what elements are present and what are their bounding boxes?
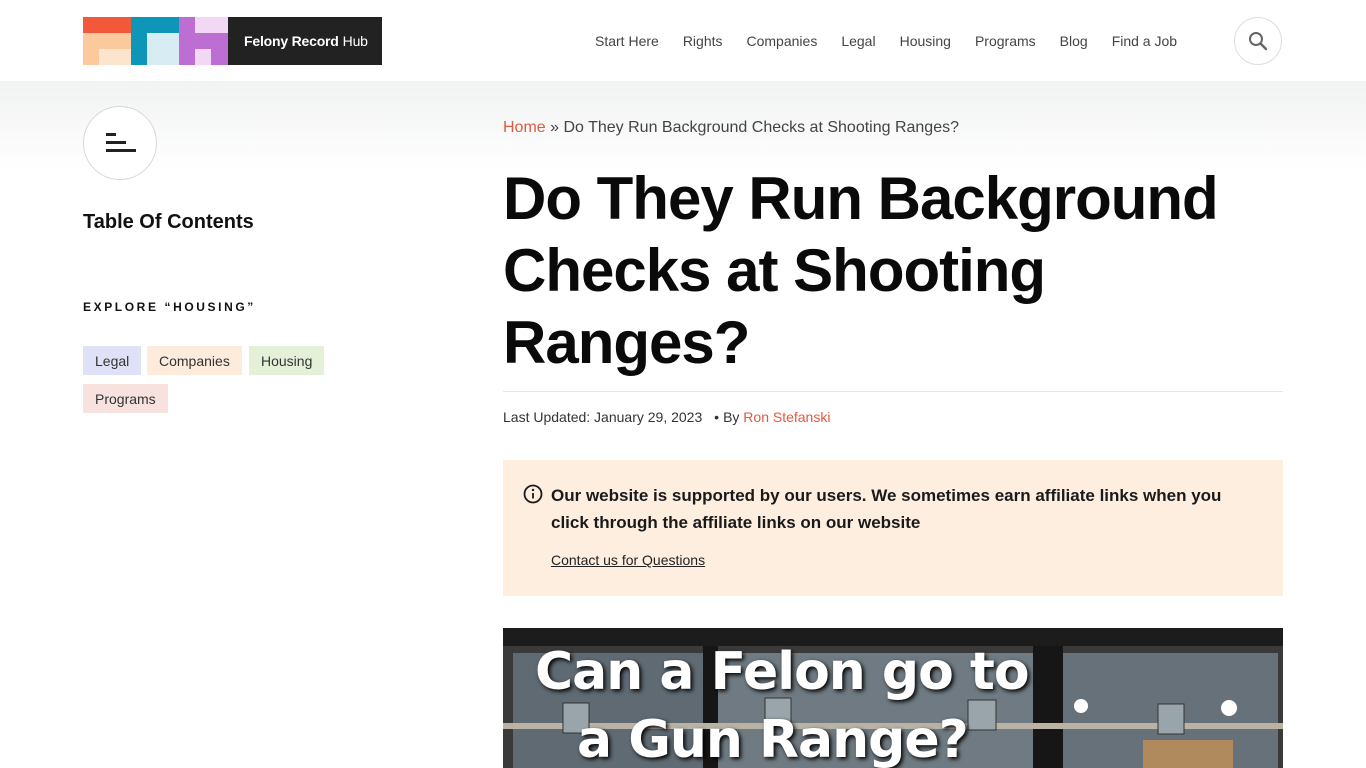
logo-wordmark: Felony Record Hub [228, 17, 382, 65]
logo-brand-name: Felony Record [244, 33, 339, 49]
nav-blog[interactable]: Blog [1060, 33, 1088, 49]
tag-legal[interactable]: Legal [83, 346, 142, 375]
hero-caption-line-1: Can a Felon go to [535, 642, 1030, 702]
affiliate-notice: Our website is supported by our users. W… [503, 460, 1283, 596]
affiliate-message: Our website is supported by our users. W… [551, 486, 1222, 532]
site-logo[interactable]: Felony Record Hub [83, 17, 382, 65]
hero-caption-line-2: a Gun Range? [577, 710, 969, 768]
info-icon [523, 484, 543, 504]
search-icon [1249, 32, 1268, 51]
toc-title: Table Of Contents [83, 211, 254, 233]
by-label: By [723, 409, 740, 425]
last-updated: Last Updated: January 29, 2023 [503, 409, 703, 425]
main-nav: Start Here Rights Companies Legal Housin… [595, 33, 1177, 49]
nav-rights[interactable]: Rights [683, 33, 723, 49]
title-divider [503, 391, 1283, 392]
breadcrumb-separator: » [550, 119, 560, 136]
nav-programs[interactable]: Programs [975, 33, 1036, 49]
table-of-contents-toggle[interactable] [83, 106, 157, 180]
breadcrumb-home[interactable]: Home [503, 119, 546, 136]
article-meta: Last Updated: January 29, 2023 • By Ron S… [503, 409, 830, 425]
author-link[interactable]: Ron Stefanski [743, 409, 830, 425]
tag-housing[interactable]: Housing [249, 346, 325, 375]
nav-housing[interactable]: Housing [900, 33, 951, 49]
meta-dot: • [714, 409, 720, 425]
contact-link[interactable]: Contact us for Questions [551, 552, 705, 568]
page-title-line-3: Ranges? [503, 309, 750, 376]
breadcrumb-current: Do They Run Background Checks at Shootin… [563, 119, 960, 136]
nav-start-here[interactable]: Start Here [595, 33, 659, 49]
page-title-line-2: Checks at Shooting [503, 237, 1046, 304]
breadcrumb: Home » Do They Run Background Checks at … [503, 119, 959, 137]
tag-companies[interactable]: Companies [147, 346, 242, 375]
tag-programs[interactable]: Programs [83, 384, 168, 413]
logo-mark [83, 17, 228, 65]
nav-find-a-job[interactable]: Find a Job [1112, 33, 1177, 49]
logo-brand-suffix: Hub [342, 33, 368, 49]
page-title-line-1: Do They Run Background [503, 165, 1219, 232]
explore-heading: EXPLORE “HOUSING” [83, 300, 256, 314]
search-button[interactable] [1234, 17, 1282, 65]
nav-companies[interactable]: Companies [747, 33, 818, 49]
site-header: Felony Record Hub Start Here Rights Comp… [0, 0, 1366, 81]
hero-image: Can a Felon go to a Gun Range? [503, 628, 1283, 768]
nav-legal[interactable]: Legal [841, 33, 875, 49]
page-title: Do They Run Background Checks at Shootin… [503, 163, 1263, 379]
